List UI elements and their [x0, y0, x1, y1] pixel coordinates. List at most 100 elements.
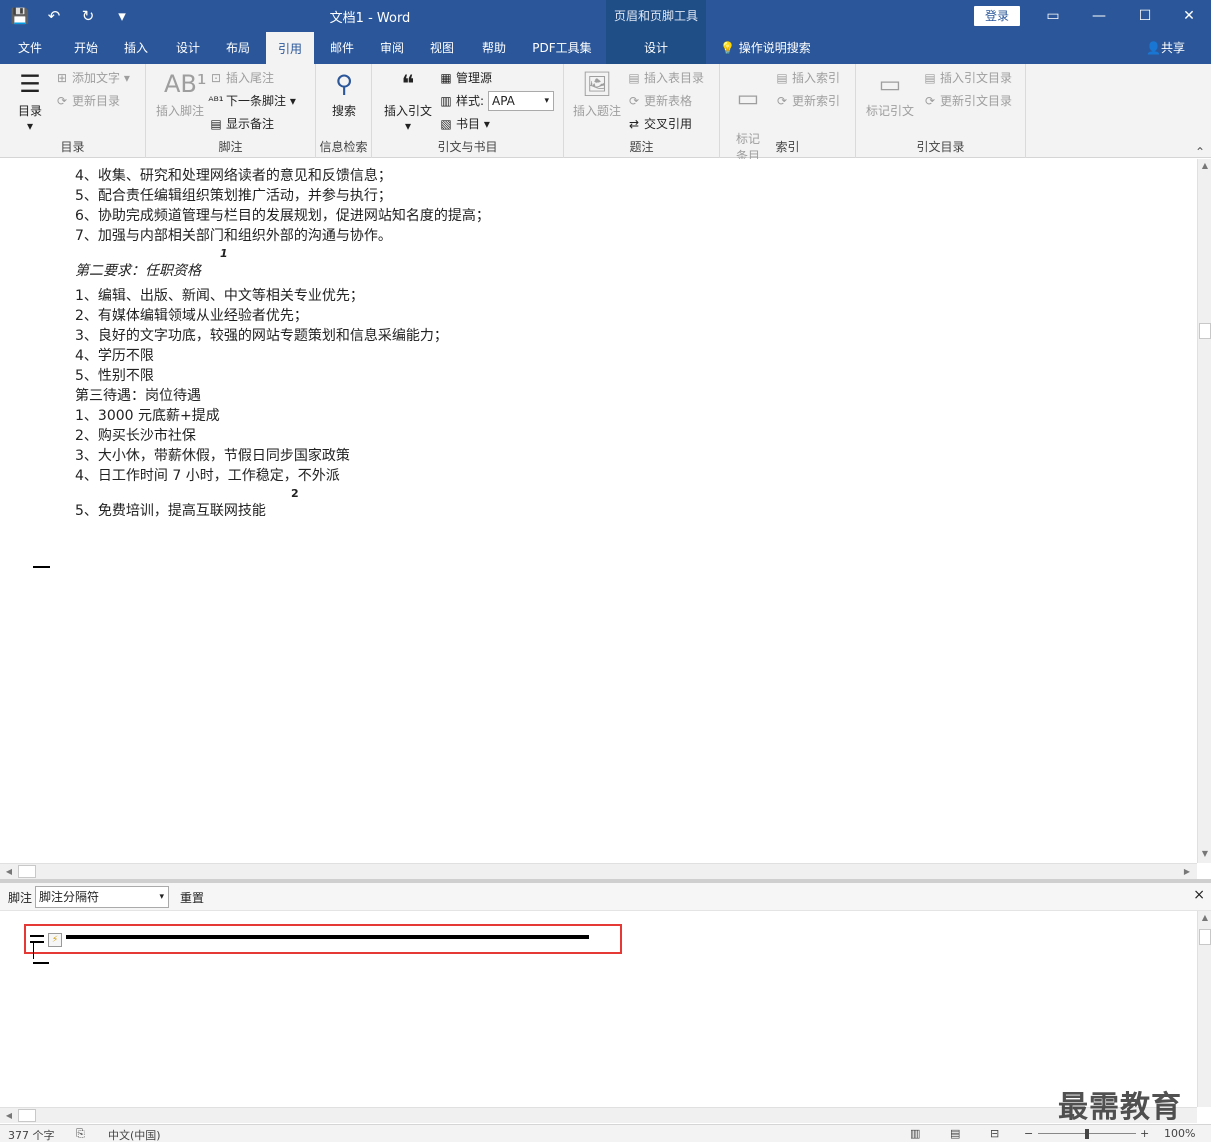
caption-icon: 🖼	[581, 70, 613, 98]
web-layout-icon[interactable]: ⊟	[990, 1127, 999, 1140]
scrollbar-thumb[interactable]	[18, 1109, 36, 1122]
dropdown-arrow-icon: ▾	[404, 119, 412, 133]
footnote-horizontal-scrollbar[interactable]: ◀	[0, 1107, 1197, 1123]
update-table-button[interactable]: ⟳ 更新表格	[626, 91, 692, 111]
section-heading: 第三待遇：岗位待遇	[75, 388, 201, 404]
cross-reference-button[interactable]: ⇄ 交叉引用	[626, 114, 692, 134]
add-text-button[interactable]: ⊞ 添加文字 ▾	[54, 68, 130, 88]
next-footnote-icon: ᴬᴮ¹	[208, 94, 224, 108]
tab-layout[interactable]: 布局	[214, 32, 262, 64]
citation-style-select[interactable]: APA ▾	[488, 91, 554, 111]
doc-line: 5、配合责任编辑组织策划推广活动，并参与执行；	[75, 188, 392, 204]
tab-mailings[interactable]: 邮件	[318, 32, 366, 64]
scrollbar-thumb[interactable]	[1199, 323, 1211, 339]
group-index: ▭ 标记 条目 ▤ 插入索引 ⟳ 更新索引 索引	[720, 64, 856, 163]
tab-file[interactable]: 文件	[6, 32, 54, 64]
language-indicator[interactable]: 中文(中国)	[108, 1127, 161, 1142]
tab-view[interactable]: 视图	[418, 32, 466, 64]
ribbon: ☰ 目录 ▾ ⊞ 添加文字 ▾ ⟳ 更新目录 目录 AB¹ 插入脚注 ⊡ 插入尾注 ᴬᴮ…	[0, 64, 1211, 163]
lightbulb-icon: 💡	[720, 41, 739, 55]
footnote-pane-toolbar: 脚注 脚注分隔符 ▾ 重置 ×	[0, 883, 1211, 911]
read-mode-icon[interactable]: ▥	[910, 1127, 920, 1140]
document-vertical-scrollbar[interactable]: ▲ ▼	[1197, 159, 1211, 863]
update-toa-button[interactable]: ⟳ 更新引文目录	[922, 91, 1012, 111]
update-index-icon: ⟳	[776, 94, 788, 108]
zoom-in-icon[interactable]: +	[1140, 1127, 1149, 1140]
mark-citation-button[interactable]: ▭ 标记引文	[862, 68, 918, 119]
insert-endnote-button[interactable]: ⊡ 插入尾注	[208, 68, 274, 88]
tab-insert[interactable]: 插入	[112, 32, 160, 64]
footnote-pane-label: 脚注	[8, 891, 33, 905]
scroll-up-icon[interactable]: ▲	[1198, 911, 1211, 925]
endnote-icon: ⊡	[210, 71, 222, 85]
update-icon: ⟳	[56, 94, 68, 108]
word-count[interactable]: 377 个字	[8, 1127, 55, 1142]
doc-line: 3、大小休，带薪休假，节假日同步国家政策	[75, 448, 350, 464]
footnote-type-select[interactable]: 脚注分隔符 ▾	[35, 886, 169, 908]
insert-index-button[interactable]: ▤ 插入索引	[774, 68, 840, 88]
next-footnote-button[interactable]: ᴬᴮ¹ 下一条脚注 ▾	[208, 91, 295, 111]
show-notes-button[interactable]: ▤ 显示备注	[208, 114, 274, 134]
scroll-left-icon[interactable]: ◀	[2, 865, 16, 879]
show-notes-icon: ▤	[210, 117, 222, 131]
toc-button[interactable]: ☰ 目录 ▾	[8, 68, 52, 133]
close-pane-button[interactable]: ×	[1193, 887, 1205, 903]
collapse-ribbon-icon[interactable]: ⌃	[1195, 145, 1205, 159]
scroll-right-icon[interactable]: ▶	[1180, 865, 1194, 879]
tab-review[interactable]: 审阅	[368, 32, 416, 64]
footnote-pane-content[interactable]: ⚡	[0, 911, 1197, 1107]
tab-help[interactable]: 帮助	[470, 32, 518, 64]
update-index-button[interactable]: ⟳ 更新索引	[774, 91, 840, 111]
ribbon-display-options-icon[interactable]: ▭	[1030, 0, 1076, 32]
reset-button[interactable]: 重置	[180, 889, 204, 906]
search-button[interactable]: ⚲ 搜索	[322, 68, 366, 119]
doc-line: 5、免费培训，提高互联网技能	[75, 503, 266, 519]
doc-line: 2、有媒体编辑领域从业经验者优先；	[75, 308, 308, 324]
minimize-icon[interactable]: —	[1076, 0, 1122, 32]
footnote-reference[interactable]: 1	[220, 247, 228, 260]
login-button[interactable]: 登录	[974, 6, 1020, 26]
scrollbar-thumb[interactable]	[18, 865, 36, 878]
scroll-down-icon[interactable]: ▼	[1198, 847, 1211, 861]
footnote-vertical-scrollbar[interactable]: ▲	[1197, 911, 1211, 1107]
tell-me-search[interactable]: 💡 操作说明搜索	[720, 32, 811, 64]
status-bar: 377 个字 ⎘ 中文(中国) ▥ ▤ ⊟ − + 100%	[0, 1124, 1211, 1142]
group-label-citations: 引文与书目	[437, 140, 498, 154]
share-button[interactable]: 👤共享	[1146, 32, 1185, 64]
scrollbar-thumb[interactable]	[1199, 929, 1211, 945]
tab-references[interactable]: 引用	[266, 32, 314, 64]
tab-header-footer-design[interactable]: 设计	[606, 32, 706, 64]
document-horizontal-scrollbar[interactable]: ◀ ▶	[0, 863, 1197, 879]
tab-design[interactable]: 设计	[164, 32, 212, 64]
insert-citation-button[interactable]: ❝ 插入引文 ▾	[380, 68, 436, 133]
insert-footnote-button[interactable]: AB¹ 插入脚注	[154, 68, 207, 119]
scroll-left-icon[interactable]: ◀	[2, 1109, 16, 1123]
bibliography-button[interactable]: ▧ 书目 ▾	[438, 114, 490, 134]
chevron-down-icon: ▾	[544, 96, 549, 106]
footnote-separator-mark	[33, 566, 50, 568]
close-icon[interactable]: ✕	[1166, 0, 1211, 32]
insert-toa-button[interactable]: ▤ 插入引文目录	[922, 68, 1012, 88]
doc-line: 7、加强与内部相关部门和组织外部的沟通与协作。	[75, 228, 392, 244]
tab-pdf-tools[interactable]: PDF工具集	[524, 32, 600, 64]
insert-index-icon: ▤	[776, 71, 788, 85]
insert-table-of-figures-button[interactable]: ▤ 插入表目录	[626, 68, 704, 88]
zoom-out-icon[interactable]: −	[1024, 1127, 1033, 1140]
search-icon: ⚲	[335, 70, 353, 98]
smart-tag-icon[interactable]: ⚡	[48, 933, 62, 947]
zoom-slider-thumb[interactable]	[1085, 1129, 1089, 1139]
tab-home[interactable]: 开始	[62, 32, 110, 64]
document-page[interactable]: 4、收集、研究和处理网络读者的意见和反馈信息； 5、配合责任编辑组织策划推广活动…	[0, 159, 1197, 863]
group-label-index: 索引	[775, 140, 800, 154]
scroll-up-icon[interactable]: ▲	[1198, 159, 1211, 173]
footnote-reference[interactable]: 2	[291, 487, 299, 500]
update-toc-button[interactable]: ⟳ 更新目录	[54, 91, 120, 111]
insert-caption-button[interactable]: 🖼 插入题注	[570, 68, 624, 119]
zoom-level[interactable]: 100%	[1164, 1127, 1195, 1140]
print-layout-icon[interactable]: ▤	[950, 1127, 960, 1140]
table-of-contents-icon: ☰	[19, 70, 41, 98]
manage-sources-button[interactable]: ▦ 管理源	[438, 68, 492, 88]
maximize-icon[interactable]: ☐	[1122, 0, 1168, 32]
group-table-of-authorities: ▭ 标记引文 ▤ 插入引文目录 ⟳ 更新引文目录 引文目录	[856, 64, 1026, 158]
proofing-icon[interactable]: ⎘	[76, 1127, 85, 1141]
